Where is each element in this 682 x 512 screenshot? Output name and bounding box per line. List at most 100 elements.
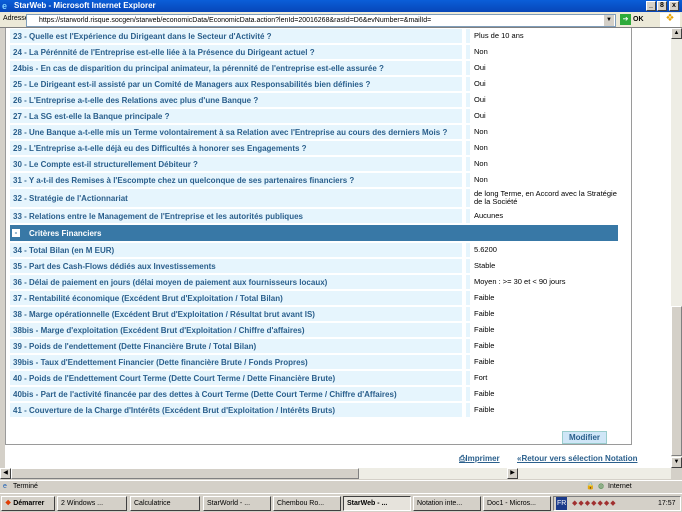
question-label: 29 - L'Entreprise a-t-elle déjà eu des D… [10,141,462,155]
taskbar: ❖ Démarrer 2 Windows ... Calculatrice St… [0,493,682,512]
answer-value: Non [466,45,618,59]
answer-value: Stable [466,259,618,273]
vertical-scroll-thumb[interactable] [671,306,682,456]
table-row: 24 - La Pérénnité de l'Entreprise est-el… [10,44,618,60]
start-button[interactable]: ❖ Démarrer [1,496,55,511]
scroll-right-button[interactable]: ▶ [507,468,518,479]
window-title: StarWeb - Microsoft Internet Explorer [14,1,156,10]
scroll-up-button[interactable]: ▲ [671,28,682,39]
question-label: 38 - Marge opérationnelle (Excédent Brut… [10,307,462,321]
question-label: 41 - Couverture de la Charge d'Intérêts … [10,403,462,417]
question-label: 23 - Quelle est l'Expérience du Dirigean… [10,29,462,43]
modifier-button[interactable]: Modifier [562,431,607,444]
question-label: 32 - Stratégie de l'Actionnariat [10,189,462,207]
answer-value: Faible [466,339,618,353]
answer-value: Faible [466,307,618,321]
question-label: 39bis - Taux d'Endettement Financier (De… [10,355,462,369]
answer-value: Oui [466,109,618,123]
taskbar-item[interactable]: Doc1 - Micros... [483,496,551,511]
table-row: 33 - Relations entre le Management de l'… [10,208,618,224]
scroll-down-button[interactable]: ▼ [671,457,682,468]
answer-value: Oui [466,93,618,107]
zone-text: Internet [608,483,632,490]
clock: 17:57 [658,500,676,507]
question-label: 30 - Le Compte est-il structurellement D… [10,157,462,171]
question-label: 38bis - Marge d'exploitation (Excédent B… [10,323,462,337]
go-button[interactable]: ➔ OK [620,14,644,26]
taskbar-item[interactable]: Notation inte... [413,496,481,511]
table-row: 41 - Couverture de la Charge d'Intérêts … [10,402,618,418]
answer-value: de long Terme, en Accord avec la Stratég… [466,189,618,207]
minimize-button[interactable]: _ [646,1,656,11]
table-row: 30 - Le Compte est-il structurellement D… [10,156,618,172]
question-label: 25 - Le Dirigeant est-il assisté par un … [10,77,462,91]
table-row: 28 - Une Banque a-t-elle mis un Terme vo… [10,124,618,140]
table-row: 37 - Rentabilité économique (Excédent Br… [10,290,618,306]
collapse-icon[interactable]: - [12,229,20,237]
taskbar-item[interactable]: 2 Windows ... [57,496,127,511]
question-label: 35 - Part des Cash-Flows dédiés aux Inve… [10,259,462,273]
taskbar-item[interactable]: Chembou Ro... [273,496,341,511]
horizontal-scroll-thumb[interactable] [11,468,359,479]
question-label: 24 - La Pérénnité de l'Entreprise est-el… [10,45,462,59]
question-label: 39 - Poids de l'endettement (Dette Finan… [10,339,462,353]
status-bar: e Terminé 🔒 ◍ Internet [0,480,682,493]
answer-value: Fort [466,371,618,385]
question-label: 40bis - Part de l'activité financée par … [10,387,462,401]
ie-icon: e [2,1,8,11]
question-label: 37 - Rentabilité économique (Excédent Br… [10,291,462,305]
question-label: 24bis - En cas de disparition du princip… [10,61,462,75]
table-row: 40 - Poids de l'Endettement Court Terme … [10,370,618,386]
close-button[interactable]: x [669,1,679,11]
lock-icon: 🔒 [586,483,595,490]
answer-value: Faible [466,323,618,337]
table-row: 40bis - Part de l'activité financée par … [10,386,618,402]
table-row: 38 - Marge opérationnelle (Excédent Brut… [10,306,618,322]
question-label: 31 - Y a-t-il des Remises à l'Escompte c… [10,173,462,187]
answer-value: Oui [466,77,618,91]
table-row: 27 - La SG est-elle la Banque principale… [10,108,618,124]
taskbar-item[interactable]: Calculatrice [130,496,200,511]
question-label: 26 - L'Entreprise a-t-elle des Relations… [10,93,462,107]
answer-value: Faible [466,291,618,305]
table-row: 24bis - En cas de disparition du princip… [10,60,618,76]
answer-value: Oui [466,61,618,75]
scroll-left-button[interactable]: ◀ [0,468,11,479]
answer-value: Faible [466,355,618,369]
answer-value: Non [466,173,618,187]
back-link[interactable]: «Retour vers sélection Notation [517,454,637,463]
answer-value: Faible [466,387,618,401]
table-row: 23 - Quelle est l'Expérience du Dirigean… [10,28,618,44]
address-bar: Adresse https://starworld.risque.socgen/… [0,12,682,28]
page-icon: e [3,483,7,490]
taskbar-item[interactable]: StarWorld - ... [203,496,271,511]
url-input[interactable]: https://starworld.risque.socgen/starweb/… [26,14,616,27]
table-row: 39bis - Taux d'Endettement Financier (De… [10,354,618,370]
windows-logo-icon: ❖ [660,13,680,27]
language-indicator[interactable]: FR [556,497,568,510]
table-row: 26 - L'Entreprise a-t-elle des Relations… [10,92,618,108]
section-title: Critères Financiers [29,228,102,238]
answer-value: Plus de 10 ans [466,29,618,43]
answer-value: Non [466,141,618,155]
url-dropdown-button[interactable]: ▼ [604,15,614,26]
horizontal-scrollbar[interactable]: ◀ ▶ [0,468,671,479]
windows-flag-icon: ❖ [5,500,12,507]
table-row: 39 - Poids de l'endettement (Dette Finan… [10,338,618,354]
globe-icon: ◍ [598,483,605,490]
table-row: 34 - Total Bilan (en M EUR) 5.6200 [10,242,618,258]
table-row: 31 - Y a-t-il des Remises à l'Escompte c… [10,172,618,188]
taskbar-item-active[interactable]: StarWeb - ... [343,496,411,511]
answer-value: Non [466,125,618,139]
section-header-financial[interactable]: - Critères Financiers [10,225,618,241]
answer-value: 5.6200 [466,243,618,257]
go-arrow-icon: ➔ [620,14,631,25]
vertical-scrollbar[interactable]: ▲ ▼ [671,28,682,468]
maximize-button[interactable]: 8 [657,1,667,11]
print-link[interactable]: ⎙Imprimer [459,454,500,464]
question-label: 34 - Total Bilan (en M EUR) [10,243,462,257]
table-row: 25 - Le Dirigeant est-il assisté par un … [10,76,618,92]
tray-icons[interactable]: ◆◆◆◆◆◆◆ [572,497,617,510]
question-label: 27 - La SG est-elle la Banque principale… [10,109,462,123]
table-row: 35 - Part des Cash-Flows dédiés aux Inve… [10,258,618,274]
